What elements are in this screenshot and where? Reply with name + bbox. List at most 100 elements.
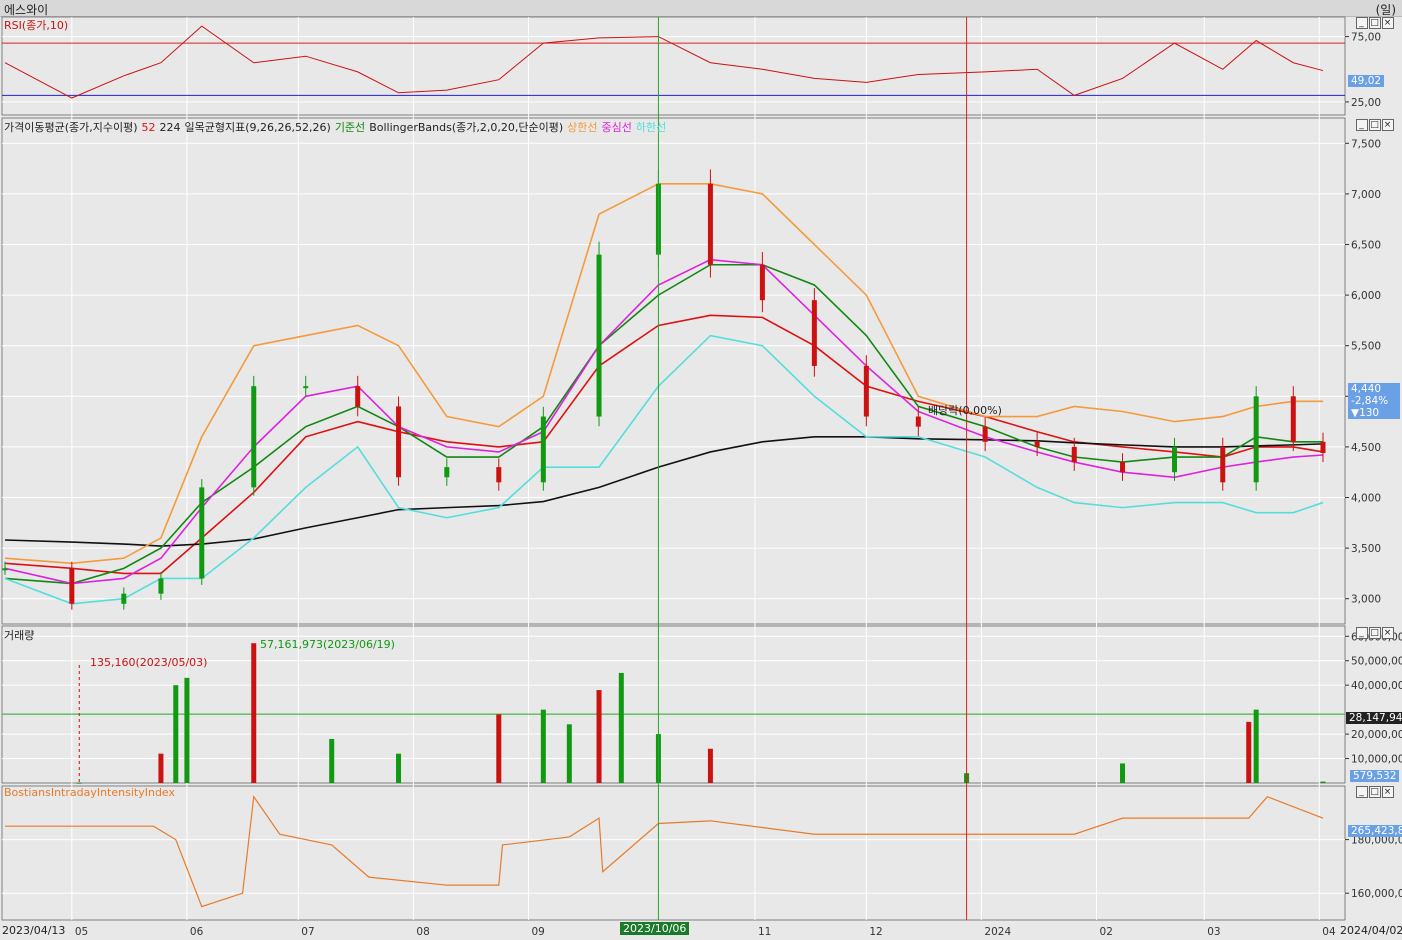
candle-body (303, 386, 309, 389)
volume-bar (158, 753, 164, 783)
price-3000-tick-label: 3,000 (1351, 594, 1381, 606)
volume-bar (251, 643, 257, 783)
rsi-75-tick-label: 75,00 (1351, 32, 1381, 44)
price-6000-tick-label: 6,000 (1351, 290, 1381, 302)
ma224-label: 224 (159, 121, 181, 134)
minimize-icon[interactable]: _ (1356, 17, 1368, 29)
minimize-icon[interactable]: _ (1356, 627, 1368, 639)
maximize-icon[interactable]: □ (1369, 786, 1381, 798)
candle-body (1034, 441, 1040, 447)
volume-10000000-tick-label: 10,000,000 (1351, 754, 1402, 766)
price-4500-tick-label: 4,500 (1351, 442, 1381, 454)
month-tick-label: 09 (531, 926, 544, 938)
candle-body (199, 487, 205, 579)
candle-body (69, 568, 75, 604)
volume-max-note: 57,161,973(2023/06/19) (260, 638, 395, 651)
volume-bar (76, 782, 82, 784)
lower-label: 하한선 (635, 121, 667, 134)
x-highlight-label: 2023/10/06 (620, 922, 690, 935)
candle-body (982, 426, 988, 442)
volume-bar (1246, 721, 1252, 783)
upper-label: 상한선 (567, 121, 598, 134)
volume-bar (1320, 781, 1326, 783)
price-window-controls[interactable]: _ □ × (1355, 119, 1394, 131)
price-legend: 가격이동평균(종가,지수이평) 52 224 일목균형지표(9,26,26,52,26… (4, 119, 670, 135)
bostian-label: BostiansIntradayIntensityIndex (4, 786, 176, 799)
candle-body (1120, 462, 1126, 473)
rsi-panel-bg (1, 16, 1346, 116)
candle-body (759, 264, 765, 301)
ichimoku-label: 일목균형지표(9,26,26,52,26) (184, 121, 331, 134)
rsi-label: RSI(종가,10) (4, 19, 69, 32)
candle-body (1071, 446, 1077, 463)
candle-body (596, 254, 602, 417)
volume-40000000-tick-label: 40,000,000 (1351, 680, 1402, 692)
volume-50000000-tick-label: 50,000,000 (1351, 656, 1402, 668)
close-icon[interactable]: × (1382, 786, 1394, 798)
volume-current-tag: 579,532 (1350, 770, 1400, 782)
volume-legend: 거래량 (4, 627, 38, 643)
bostian-current-tag: 265,423,8 (1348, 825, 1402, 837)
kijun-label: 기준선 (334, 121, 366, 134)
candle-body (1253, 396, 1259, 483)
x-axis-bg (0, 921, 1402, 940)
price-3500-tick-label: 3,500 (1351, 543, 1381, 555)
volume-bar (1253, 709, 1259, 783)
candle-body (496, 467, 502, 483)
volume-bar (173, 685, 179, 783)
close-icon[interactable]: × (1382, 17, 1394, 29)
month-tick-label: 12 (869, 926, 882, 938)
candle-body (396, 406, 402, 478)
candle-body (811, 300, 817, 366)
volume-bar (596, 690, 602, 783)
x-end-label: 2024/04/02 (1340, 924, 1402, 937)
volume-bar (496, 714, 502, 783)
volume-min-note: 135,160(2023/05/03) (90, 656, 208, 669)
ma52-label: 52 (141, 121, 156, 134)
candle-body (1290, 396, 1296, 442)
change-abs: ▼130 (1351, 407, 1380, 419)
month-tick-label: 03 (1207, 926, 1220, 938)
candle-body (863, 365, 869, 417)
volume-line-tag: 28,147,941 (1346, 712, 1402, 724)
month-tick-label: 11 (758, 926, 771, 938)
candle-body (2, 568, 8, 571)
volume-bar (707, 748, 713, 783)
ma-label: 가격이동평균(종가,지수이평) (4, 121, 138, 134)
volume-bar (540, 709, 546, 783)
bostian-legend: BostiansIntradayIntensityIndex (4, 786, 179, 799)
month-tick-label: 06 (190, 926, 204, 938)
volume-bar (396, 753, 402, 783)
volume-label: 거래량 (4, 629, 35, 642)
candle-body (121, 593, 127, 604)
month-tick-label: 04 (1322, 926, 1336, 938)
candle-body (1220, 446, 1226, 483)
volume-bar (566, 724, 572, 783)
candle-body (540, 416, 546, 483)
price-5500-tick-label: 5,500 (1351, 341, 1381, 353)
price-current-tag: 4,440 -2,84% ▼130 (1348, 383, 1400, 419)
bostian-window-controls[interactable]: _ □ × (1355, 786, 1394, 798)
month-tick-label: 02 (1100, 926, 1113, 938)
volume-bar (184, 677, 190, 783)
close-icon[interactable]: × (1382, 119, 1394, 131)
candle-body (355, 386, 361, 407)
rsi-25-tick-label: 25,00 (1351, 97, 1381, 109)
rsi-current-tag: 49,02 (1348, 75, 1385, 87)
price-7000-tick-label: 7,000 (1351, 189, 1381, 201)
maximize-icon[interactable]: □ (1369, 119, 1381, 131)
close-icon[interactable]: × (1382, 627, 1394, 639)
volume-bar (1120, 763, 1126, 783)
candle-body (1320, 441, 1326, 453)
minimize-icon[interactable]: _ (1356, 119, 1368, 131)
minimize-icon[interactable]: _ (1356, 786, 1368, 798)
month-tick-label: 2024 (984, 926, 1011, 938)
maximize-icon[interactable]: □ (1369, 17, 1381, 29)
price-4000-tick-label: 4,000 (1351, 493, 1381, 505)
maximize-icon[interactable]: □ (1369, 627, 1381, 639)
volume-window-controls[interactable]: _ □ × (1355, 627, 1394, 639)
rsi-window-controls[interactable]: _ □ × (1355, 17, 1394, 29)
volume-bar (329, 738, 335, 783)
candle-body (707, 183, 713, 265)
stock-chart: 05 06 07 08 09 11 12 2024 02 03 04 75,00 25,00 7,500 7… (0, 16, 1402, 940)
